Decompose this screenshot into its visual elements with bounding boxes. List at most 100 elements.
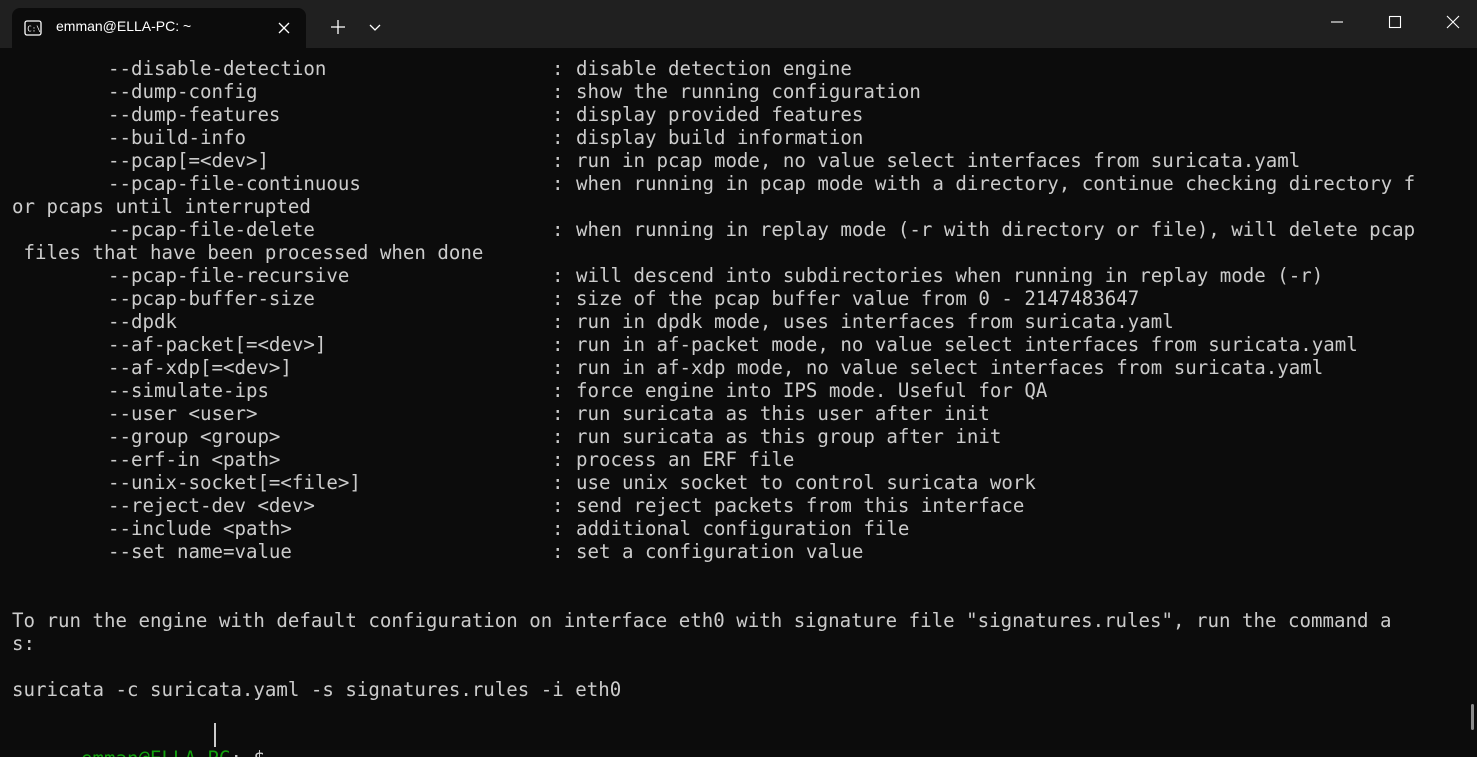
option-name: --pcap[=<dev>]: [108, 149, 269, 172]
prompt-path: ~: [242, 747, 254, 757]
option-description: show the running configuration: [576, 80, 921, 103]
option-name: --build-info: [108, 126, 246, 149]
option-row: --simulate-ips : force engine into IPS m…: [12, 379, 1047, 402]
terminal-output[interactable]: --disable-detection : disable detection …: [0, 48, 1466, 757]
option-separator: :: [552, 126, 564, 149]
option-name: --af-xdp[=<dev>]: [108, 356, 292, 379]
option-name: --af-packet[=<dev>]: [108, 333, 327, 356]
scrollbar-thumb[interactable]: [1471, 704, 1474, 730]
option-description: run in dpdk mode, uses interfaces from s…: [576, 310, 1174, 333]
option-row: --include <path> : additional configurat…: [12, 517, 909, 540]
option-row: --user <user> : run suricata as this use…: [12, 402, 990, 425]
option-description: force engine into IPS mode. Useful for Q…: [576, 379, 1048, 402]
option-name: --simulate-ips: [108, 379, 269, 402]
option-separator: :: [552, 540, 564, 563]
option-separator: :: [552, 333, 564, 356]
option-row: --reject-dev <dev> : send reject packets…: [12, 494, 1024, 517]
option-description: run in pcap mode, no value select interf…: [576, 149, 1301, 172]
prompt-colon: :: [230, 747, 242, 757]
option-row: --set name=value : set a configuration v…: [12, 540, 863, 563]
option-description: additional configuration file: [576, 517, 910, 540]
option-row: --af-xdp[=<dev>] : run in af-xdp mode, n…: [12, 356, 1323, 379]
option-separator: :: [552, 103, 564, 126]
close-icon: [278, 22, 290, 34]
option-description: size of the pcap buffer value from 0 - 2…: [576, 287, 1140, 310]
option-name: --pcap-file-continuous: [108, 172, 361, 195]
option-description: display build information: [576, 126, 864, 149]
option-name: --unix-socket[=<file>]: [108, 471, 361, 494]
prompt-user-host: emman@ELLA-PC: [81, 747, 230, 757]
option-separator: :: [552, 402, 564, 425]
option-separator: :: [552, 310, 564, 333]
close-tab-button[interactable]: [274, 18, 294, 38]
option-description: will descend into subdirectories when ru…: [576, 264, 1324, 287]
option-separator: :: [552, 425, 564, 448]
option-separator: :: [552, 149, 564, 172]
option-name: --dump-config: [108, 80, 258, 103]
option-row: --pcap-file-delete : when running in rep…: [12, 218, 1415, 241]
option-row: --dpdk : run in dpdk mode, uses interfac…: [12, 310, 1174, 333]
option-description: run suricata as this group after init: [576, 425, 1002, 448]
example-command: suricata -c suricata.yaml -s signatures.…: [12, 678, 622, 701]
option-description: set a configuration value: [576, 540, 864, 563]
option-name: --group <group>: [108, 425, 281, 448]
shell-prompt[interactable]: emman@ELLA-PC:~$: [12, 724, 265, 757]
minimize-icon: [1331, 21, 1343, 23]
tab-terminal[interactable]: C:\ emman@ELLA-PC: ~: [12, 8, 306, 48]
option-description: run in af-packet mode, no value select i…: [576, 333, 1358, 356]
tab-dropdown-button[interactable]: [360, 12, 390, 42]
option-description: when running in pcap mode with a directo…: [576, 172, 1416, 195]
option-row: --build-info : display build information: [12, 126, 863, 149]
option-name: --reject-dev <dev>: [108, 494, 315, 517]
option-name: --dump-features: [108, 103, 281, 126]
option-separator: :: [552, 172, 564, 195]
maximize-icon: [1388, 15, 1402, 29]
option-row: --pcap-file-continuous : when running in…: [12, 172, 1415, 195]
option-row: --af-packet[=<dev>] : run in af-packet m…: [12, 333, 1358, 356]
option-row: --dump-features : display provided featu…: [12, 103, 863, 126]
new-tab-button[interactable]: [322, 12, 354, 42]
terminal-icon: C:\: [24, 20, 42, 36]
scrollbar[interactable]: [1466, 48, 1477, 757]
option-row: --unix-socket[=<file>] : use unix socket…: [12, 471, 1036, 494]
maximize-button[interactable]: [1366, 0, 1424, 42]
svg-text:C:\: C:\: [27, 25, 41, 34]
text-cursor: [214, 723, 216, 747]
option-separator: :: [552, 356, 564, 379]
option-name: --user <user>: [108, 402, 258, 425]
option-description: disable detection engine: [576, 57, 852, 80]
option-name: --pcap-file-delete: [108, 218, 315, 241]
option-separator: :: [552, 494, 564, 517]
option-separator: :: [552, 448, 564, 471]
plus-icon: [331, 20, 345, 34]
option-wrap-line: or pcaps until interrupted: [12, 195, 311, 218]
terminal-window: C:\ emman@ELLA-PC: ~ --disable-detection…: [0, 0, 1477, 757]
option-name: --disable-detection: [108, 57, 327, 80]
usage-text-line: To run the engine with default configura…: [12, 609, 1392, 632]
option-row: --erf-in <path> : process an ERF file: [12, 448, 794, 471]
option-separator: :: [552, 471, 564, 494]
title-bar[interactable]: C:\ emman@ELLA-PC: ~: [0, 0, 1477, 48]
option-description: process an ERF file: [576, 448, 795, 471]
option-separator: :: [552, 517, 564, 540]
option-name: --pcap-buffer-size: [108, 287, 315, 310]
option-name: --pcap-file-recursive: [108, 264, 350, 287]
chevron-down-icon: [369, 24, 381, 31]
option-separator: :: [552, 264, 564, 287]
usage-text-line: s:: [12, 632, 35, 655]
option-description: send reject packets from this interface: [576, 494, 1025, 517]
option-row: --group <group> : run suricata as this g…: [12, 425, 1001, 448]
prompt-symbol: $: [253, 747, 265, 757]
option-description: use unix socket to control suricata work: [576, 471, 1036, 494]
minimize-button[interactable]: [1308, 0, 1366, 42]
option-name: --erf-in <path>: [108, 448, 281, 471]
close-icon: [1446, 15, 1460, 29]
option-description: run in af-xdp mode, no value select inte…: [576, 356, 1324, 379]
option-separator: :: [552, 218, 564, 241]
option-row: --pcap-file-recursive : will descend int…: [12, 264, 1323, 287]
option-row: --pcap[=<dev>] : run in pcap mode, no va…: [12, 149, 1300, 172]
close-window-button[interactable]: [1424, 0, 1477, 42]
tab-title: emman@ELLA-PC: ~: [56, 18, 192, 34]
option-row: --disable-detection : disable detection …: [12, 57, 852, 80]
option-name: --include <path>: [108, 517, 292, 540]
